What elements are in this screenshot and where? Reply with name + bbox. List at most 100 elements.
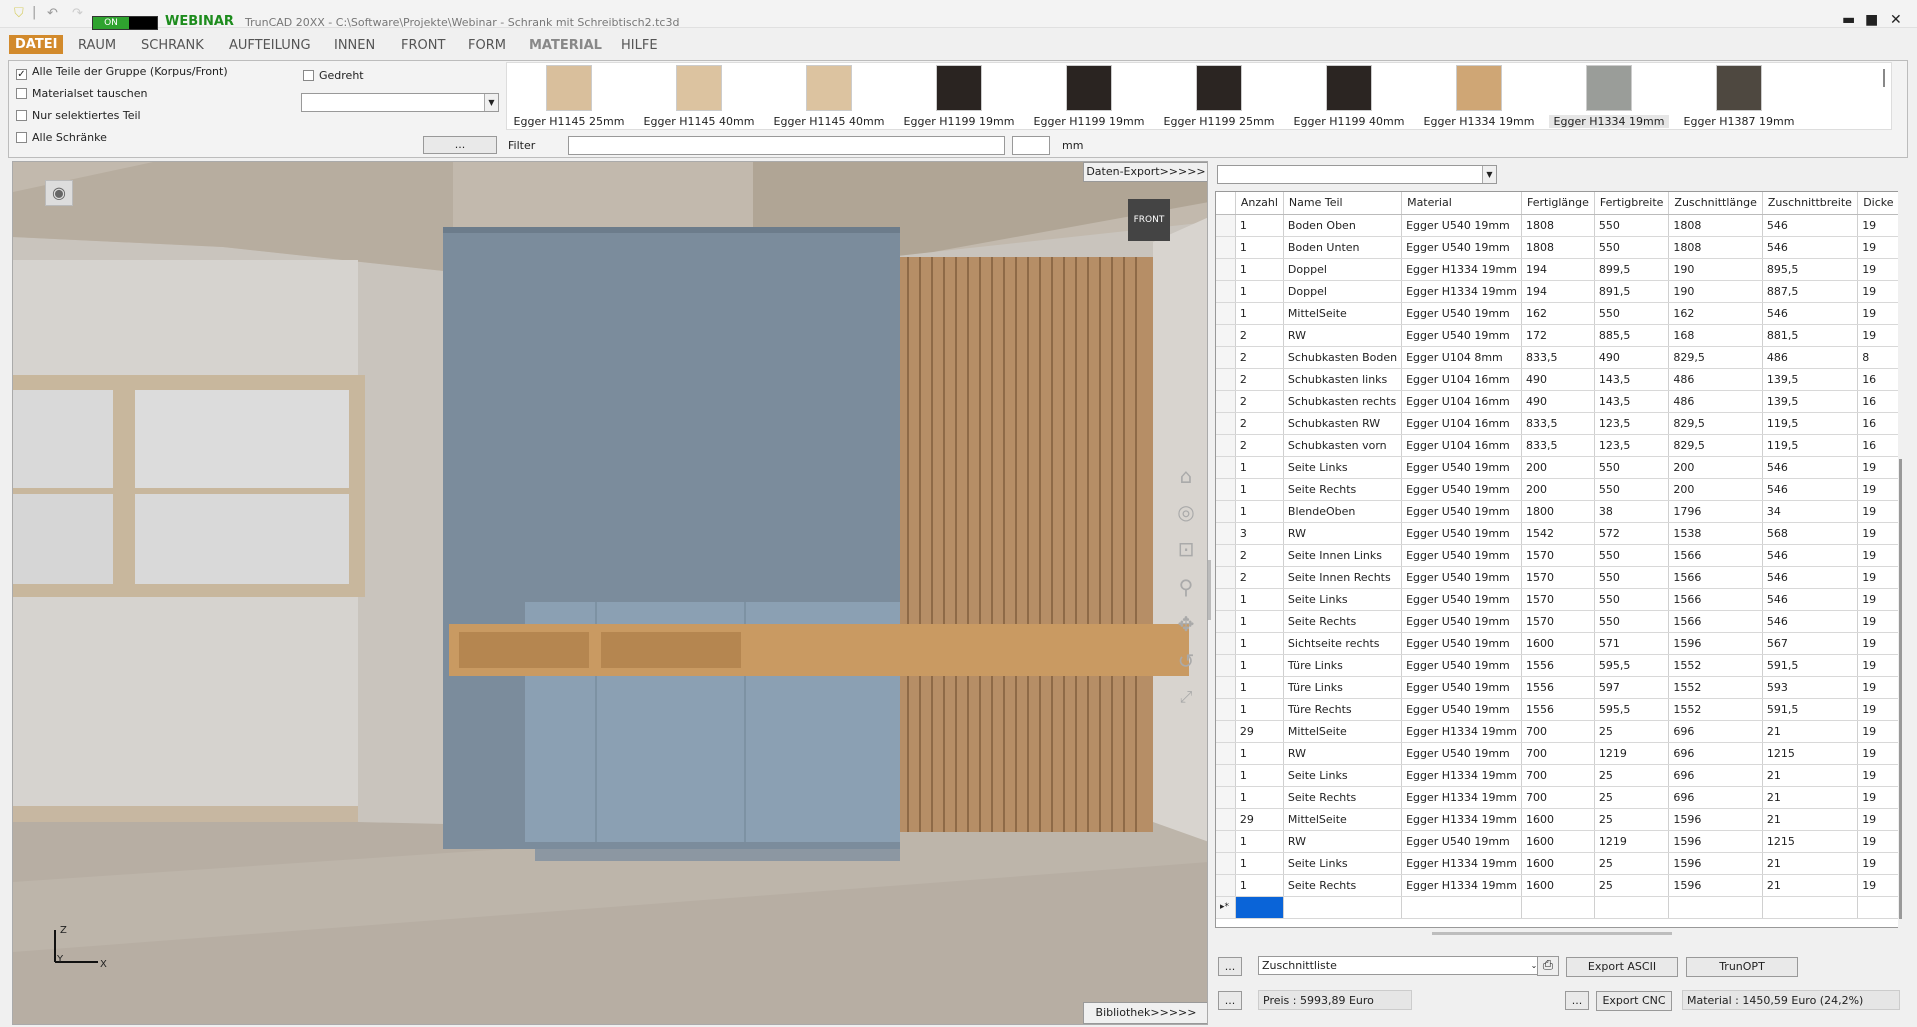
table-cell[interactable]: 2 — [1235, 412, 1284, 435]
table-cell[interactable]: Seite Links — [1283, 764, 1403, 787]
zoom-icon[interactable]: ⚲ — [1173, 575, 1199, 601]
home-icon[interactable]: ⌂ — [1173, 464, 1199, 490]
table-cell[interactable]: 1570 — [1521, 588, 1595, 611]
table-cell[interactable]: 19 — [1857, 764, 1900, 787]
row-header[interactable] — [1216, 346, 1236, 369]
table-row[interactable]: 1 Seite Rechts Egger H1334 19mm 1600 25 1596 2… — [1216, 874, 1900, 897]
table-cell[interactable]: 29 — [1235, 720, 1284, 743]
redo-icon[interactable]: ↷ — [72, 6, 83, 21]
checkbox-alle-teile[interactable]: ✓ Alle Teile der Gruppe (Korpus/Front) — [16, 65, 228, 80]
table-cell[interactable]: 490 — [1594, 346, 1670, 369]
table-cell[interactable]: 700 — [1521, 720, 1595, 743]
table-cell[interactable]: 2 — [1235, 346, 1284, 369]
table-cell[interactable]: 1566 — [1668, 588, 1763, 611]
table-cell[interactable]: Egger H1334 19mm — [1401, 808, 1522, 831]
table-cell[interactable]: Seite Rechts — [1283, 610, 1403, 633]
table-cell[interactable]: Seite Innen Links — [1283, 544, 1403, 567]
bibliothek-button[interactable]: Bibliothek>>>>> — [1083, 1002, 1207, 1024]
splitter-handle[interactable] — [1208, 560, 1211, 620]
row-header[interactable] — [1216, 786, 1236, 809]
table-cell[interactable]: 550 — [1594, 544, 1670, 567]
material-swatch[interactable]: Egger H1199 19mm — [899, 65, 1019, 128]
table-cell[interactable]: 1 — [1235, 456, 1284, 479]
table-cell[interactable]: 696 — [1668, 720, 1763, 743]
table-cell[interactable]: 899,5 — [1594, 258, 1670, 281]
swatch-tile[interactable] — [1716, 65, 1762, 111]
table-row[interactable]: 1 Türe Rechts Egger U540 19mm 1556 595,5 1552… — [1216, 698, 1900, 721]
table-cell[interactable]: 19 — [1857, 280, 1900, 303]
table-cell[interactable]: Seite Links — [1283, 456, 1403, 479]
table-cell[interactable]: 19 — [1857, 610, 1900, 633]
material-swatch[interactable]: Egger H1387 19mm — [1679, 65, 1799, 128]
table-cell[interactable]: 29 — [1235, 808, 1284, 831]
table-cell[interactable]: Egger U540 19mm — [1401, 214, 1522, 237]
table-cell[interactable]: 123,5 — [1594, 412, 1670, 435]
table-cell[interactable]: 1 — [1235, 632, 1284, 655]
parts-table[interactable]: Anzahl Name Teil Material Fertiglänge Fe… — [1215, 191, 1901, 928]
material-swatch[interactable]: Egger H1199 40mm — [1289, 65, 1409, 128]
table-cell[interactable]: 200 — [1521, 478, 1595, 501]
table-cell[interactable]: 123,5 — [1594, 434, 1670, 457]
rotate-icon[interactable]: ↺ — [1173, 649, 1199, 675]
table-cell[interactable]: 1552 — [1668, 654, 1763, 677]
table-row[interactable]: 1 Boden Unten Egger U540 19mm 1808 550 1808 54… — [1216, 236, 1900, 259]
table-cell[interactable]: 143,5 — [1594, 390, 1670, 413]
pan-icon[interactable]: ✥ — [1173, 612, 1199, 638]
table-cell[interactable]: 546 — [1762, 588, 1859, 611]
table-cell[interactable]: 25 — [1594, 720, 1670, 743]
table-cell[interactable]: Egger U540 19mm — [1401, 324, 1522, 347]
table-cell[interactable]: Türe Links — [1283, 654, 1403, 677]
table-cell[interactable]: 34 — [1762, 500, 1859, 523]
table-cell[interactable]: Egger U104 16mm — [1401, 412, 1522, 435]
table-cell[interactable]: 19 — [1857, 830, 1900, 853]
table-cell[interactable]: Egger U540 19mm — [1401, 742, 1522, 765]
row-header[interactable] — [1216, 500, 1236, 523]
column-header[interactable]: Anzahl — [1235, 192, 1284, 215]
table-cell[interactable]: 25 — [1594, 808, 1670, 831]
table-cell[interactable]: 546 — [1762, 456, 1859, 479]
row-header[interactable] — [1216, 302, 1236, 325]
table-cell[interactable]: 885,5 — [1594, 324, 1670, 347]
swatch-tile[interactable] — [806, 65, 852, 111]
menu-datei[interactable]: DATEI — [9, 35, 64, 54]
checkbox-box[interactable] — [16, 132, 27, 143]
table-cell[interactable]: 19 — [1857, 500, 1900, 523]
table-cell[interactable]: 19 — [1857, 808, 1900, 831]
row-header[interactable] — [1216, 720, 1236, 743]
table-row[interactable]: 1 Sichtseite rechts Egger U540 19mm 1600 571… — [1216, 632, 1900, 655]
table-cell[interactable]: 19 — [1857, 632, 1900, 655]
row-header[interactable] — [1216, 588, 1236, 611]
table-cell[interactable]: BlendeOben — [1283, 500, 1403, 523]
chevron-down-icon[interactable]: ▼ — [484, 94, 498, 111]
table-cell[interactable]: 550 — [1594, 588, 1670, 611]
table-cell[interactable]: 21 — [1762, 786, 1859, 809]
table-cell[interactable]: Türe Rechts — [1283, 698, 1403, 721]
table-cell[interactable]: 21 — [1762, 764, 1859, 787]
table-cell[interactable]: 696 — [1668, 764, 1763, 787]
swatch-tile[interactable] — [1326, 65, 1372, 111]
table-row[interactable]: 1 Doppel Egger H1334 19mm 194 891,5 190 887,5 1… — [1216, 280, 1900, 303]
table-row[interactable]: 1 RW Egger U540 19mm 700 1219 696 1215 19 — [1216, 742, 1900, 765]
table-cell[interactable]: 1808 — [1521, 236, 1595, 259]
table-cell[interactable]: 550 — [1594, 610, 1670, 633]
table-cell[interactable]: 1600 — [1521, 874, 1595, 897]
vertical-scrollbar[interactable] — [1898, 191, 1904, 928]
row-header[interactable] — [1216, 830, 1236, 853]
table-cell[interactable]: Egger H1334 19mm — [1401, 764, 1522, 787]
table-row[interactable]: 1 Seite Links Egger H1334 19mm 1600 25 1596 21… — [1216, 852, 1900, 875]
table-cell[interactable]: 19 — [1857, 786, 1900, 809]
table-cell[interactable]: 1556 — [1521, 698, 1595, 721]
table-row[interactable]: 2 Schubkasten rechts Egger U104 16mm 490 143… — [1216, 390, 1900, 413]
table-cell[interactable]: 2 — [1235, 390, 1284, 413]
menu-raum[interactable]: RAUM — [78, 38, 116, 53]
table-cell[interactable]: 486 — [1668, 368, 1763, 391]
table-cell[interactable]: 1 — [1235, 874, 1284, 897]
table-cell[interactable]: 119,5 — [1762, 434, 1859, 457]
table-cell[interactable]: 16 — [1857, 390, 1900, 413]
table-cell[interactable]: 1556 — [1521, 676, 1595, 699]
table-cell[interactable]: 829,5 — [1668, 434, 1763, 457]
table-cell[interactable]: 591,5 — [1762, 654, 1859, 677]
table-cell[interactable]: 1570 — [1521, 566, 1595, 589]
table-cell[interactable]: 21 — [1762, 720, 1859, 743]
table-cell[interactable]: 696 — [1668, 786, 1763, 809]
